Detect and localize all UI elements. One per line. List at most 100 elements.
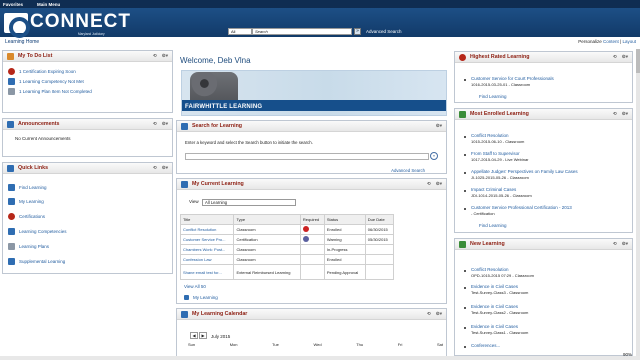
todo-panel: My To Do List ⟲ ⚙▾ 1 Certification Expiri… [2, 50, 173, 113]
learning-search-button[interactable]: » [430, 152, 438, 160]
learning-link[interactable]: Conflict Resolution [183, 227, 216, 232]
quick-links-title: Quick Links [18, 165, 49, 171]
settings-icon[interactable]: ⚙▾ [162, 53, 168, 59]
find-learning-enrolled[interactable]: Find Learning [479, 223, 507, 228]
learning-competencies-link[interactable]: Learning Competencies [19, 229, 67, 234]
refresh-icon[interactable]: ⟲ [153, 121, 157, 127]
todo-link[interactable]: 1 Learning Plan Item Not Completed [19, 89, 92, 94]
table-row[interactable]: Customer Service Pro... Certification Wa… [179, 234, 395, 245]
new-item-title[interactable]: Evidence in Civil Cases [471, 284, 518, 289]
settings-icon[interactable]: ⚙▾ [162, 121, 168, 127]
new-item-title[interactable]: Conferences... [471, 343, 500, 348]
find-learning-link[interactable]: Find Learning [19, 185, 47, 190]
quick-link[interactable]: Certifications [3, 209, 172, 224]
enrolled-item-title[interactable]: Customer Service Professional Certificat… [471, 205, 572, 210]
quick-link[interactable]: Learning Plans [3, 239, 172, 254]
todo-link[interactable]: 1 Learning Competency Not Met [19, 79, 84, 84]
learning-link[interactable]: Shane email test for... [183, 270, 222, 275]
advanced-search-link-panel[interactable]: Advanced Search [391, 168, 425, 173]
settings-icon[interactable]: ⚙▾ [436, 311, 442, 317]
refresh-icon[interactable]: ⟲ [613, 54, 617, 60]
search-scope-select[interactable]: All [228, 28, 252, 35]
panel-controls: ⟲ ⚙▾ [153, 121, 168, 127]
quick-link[interactable]: Learning Competencies [3, 224, 172, 239]
quick-link[interactable]: Find Learning [3, 180, 172, 194]
most-enrolled-panel: Most Enrolled Learning ⟲ ⚙▾ Conflict Reso… [454, 108, 633, 233]
table-row[interactable]: Conflict Resolution Classroom Enrolled 0… [179, 224, 395, 235]
todo-header: My To Do List ⟲ ⚙▾ [3, 51, 172, 62]
calendar-next-button[interactable]: ▶ [199, 332, 207, 339]
announcements-header: Announcements ⟲ ⚙▾ [3, 119, 172, 130]
certifications-link[interactable]: Certifications [19, 214, 45, 219]
my-learning-link-panel[interactable]: My Learning [184, 295, 218, 300]
learning-type: Classroom [233, 254, 301, 265]
my-learning-text[interactable]: My Learning [193, 295, 218, 300]
settings-icon[interactable]: ⚙▾ [162, 165, 168, 171]
refresh-icon[interactable]: ⟲ [613, 111, 617, 117]
calendar-prev-button[interactable]: ◀ [190, 332, 198, 339]
settings-icon[interactable]: ⚙▾ [622, 111, 628, 117]
table-row[interactable]: Shane email test for... External Reimbur… [179, 264, 395, 280]
enrolled-item-title[interactable]: Impact Criminal Cases [471, 187, 516, 192]
todo-link[interactable]: 1 Certification Expiring Soon [19, 69, 76, 74]
settings-icon[interactable]: ⚙▾ [436, 181, 442, 187]
learning-plans-link[interactable]: Learning Plans [19, 244, 49, 249]
horizontal-scrollbar[interactable] [0, 356, 640, 360]
enrolled-item-title[interactable]: From Staff to Supervisor [471, 151, 520, 156]
settings-icon[interactable]: ⚙▾ [622, 241, 628, 247]
new-item-meta: OPD-1015-2015 07:29 - Classroom [471, 273, 534, 278]
learning-type: Classroom [233, 244, 301, 255]
supplemental-learning-link[interactable]: Supplemental Learning [19, 259, 65, 264]
new-item-title[interactable]: Evidence in Civil Cases [471, 324, 518, 329]
vertical-scrollbar[interactable] [636, 49, 640, 360]
refresh-icon[interactable]: ⟲ [153, 53, 157, 59]
learning-link[interactable]: Chambers Work: Post... [183, 247, 225, 252]
learning-link[interactable]: Customer Service Pro... [183, 237, 225, 242]
favorites-menu[interactable]: Favorites [3, 2, 23, 7]
todo-item[interactable]: 1 Learning Competency Not Met [3, 76, 172, 86]
learning-link[interactable]: Confession Law [183, 257, 211, 262]
todo-item[interactable]: 1 Learning Plan Item Not Completed [3, 86, 172, 96]
personalize-layout-link[interactable]: Layout [622, 39, 636, 44]
settings-icon[interactable]: ⚙▾ [622, 54, 628, 60]
refresh-icon[interactable]: ⟲ [613, 241, 617, 247]
column-due-date: Due Date [364, 214, 395, 225]
learning-status: Enrolled [323, 254, 366, 265]
todo-item[interactable]: 1 Certification Expiring Soon [3, 66, 172, 76]
weekday-fri: Fri [397, 342, 403, 347]
quick-link[interactable]: Supplemental Learning [3, 254, 172, 269]
refresh-icon[interactable]: ⟲ [153, 165, 157, 171]
learning-due-date [364, 244, 395, 255]
calendar-panel: My Learning Calendar ⟲ ⚙▾ ◀ ▶ July 2015 S… [176, 308, 447, 360]
enrolled-item-title[interactable]: Appellate Judges' Perspectives on Family… [471, 169, 578, 174]
refresh-icon[interactable]: ⟲ [427, 311, 431, 317]
refresh-icon[interactable]: ⟲ [427, 181, 431, 187]
quick-link[interactable]: My Learning [3, 194, 172, 209]
main-menu[interactable]: Main Menu [37, 2, 60, 7]
highest-rated-meta: 1016-2015-03-25-01 - Classroom [471, 82, 531, 87]
new-item-title[interactable]: Conflict Resolution [471, 267, 509, 272]
view-all-link[interactable]: View All 50 [184, 284, 206, 289]
required-icon [299, 234, 325, 245]
advanced-search-link[interactable]: Advanced Search [366, 29, 402, 34]
supplemental-learning-icon [8, 258, 15, 265]
search-button[interactable]: » [354, 28, 361, 35]
zoom-indicator[interactable]: 90% [623, 352, 632, 357]
my-learning-link[interactable]: My Learning [19, 199, 44, 204]
new-learning-title: New Learning [470, 241, 505, 247]
connect-logo-icon [4, 13, 30, 38]
enrolled-item-title[interactable]: Conflict Resolution [471, 133, 509, 138]
brand-subtitle: Maryland Judiciary [78, 32, 105, 36]
personalize-content-link[interactable]: Content [603, 39, 619, 44]
settings-icon[interactable]: ⚙▾ [436, 123, 442, 129]
table-row[interactable]: Confession Law Classroom Enrolled [179, 254, 395, 265]
announcement-row: No Current Announcements [3, 133, 172, 143]
search-input[interactable]: Search [252, 28, 352, 35]
new-item-title[interactable]: Evidence in Civil Cases [471, 304, 518, 309]
learning-search-input[interactable] [185, 153, 429, 160]
view-select[interactable]: All Learning [202, 199, 296, 206]
table-row[interactable]: Chambers Work: Post... Classroom In-Prog… [179, 244, 395, 255]
highest-rated-link[interactable]: Customer Service for Court Professionals [471, 76, 554, 81]
find-learning-highest[interactable]: Find Learning [479, 94, 507, 99]
required-icon [299, 224, 325, 235]
